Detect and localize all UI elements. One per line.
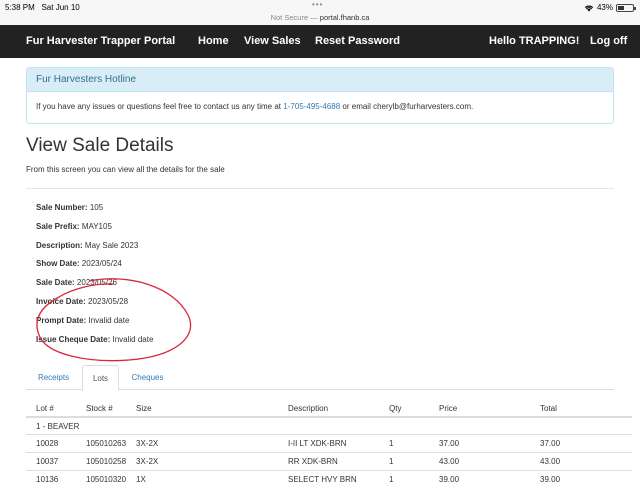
hotline-title: Fur Harvesters Hotline (27, 68, 613, 92)
status-indicators: 43% (584, 3, 636, 12)
col-price: Price (439, 404, 458, 413)
status-time-date: 5:38 PM Sat Jun 10 (5, 3, 80, 12)
table-row[interactable]: 10037 105010258 3X-2X RR XDK-BRN 1 43.00… (26, 452, 632, 470)
page-subtitle: From this screen you can view all the de… (26, 165, 225, 174)
tab-bar: Receipts Lots Cheques (26, 365, 614, 391)
detail-description: Description: May Sale 2023 (36, 241, 139, 250)
col-qty: Qty (389, 404, 402, 413)
nav-logoff[interactable]: Log off (590, 25, 627, 58)
hotline-text-after: or email cherylb@furharvesters.com. (340, 102, 474, 111)
page-title: View Sale Details (26, 135, 174, 156)
table-header-row: Lot # Stock # Size Description Qty Price… (26, 400, 632, 418)
cell-total: 43.00 (540, 457, 561, 466)
cell-lot: 10136 (36, 475, 59, 484)
cell-stock: 105010258 (86, 457, 127, 466)
cell-total: 37.00 (540, 439, 561, 448)
tab-receipts[interactable]: Receipts (26, 365, 81, 390)
tab-lots[interactable]: Lots (82, 365, 119, 391)
nav-view-sales[interactable]: View Sales (244, 25, 301, 58)
col-description: Description (288, 404, 329, 413)
col-total: Total (540, 404, 557, 413)
divider (26, 188, 614, 189)
table-group-row: 1 - BEAVER (26, 417, 632, 435)
hotline-panel: Fur Harvesters Hotline If you have any i… (26, 67, 614, 124)
tab-cheques[interactable]: Cheques (120, 365, 175, 390)
table-row[interactable]: 10136 105010320 1X SELECT HVY BRN 1 39.0… (26, 470, 632, 488)
cell-price: 37.00 (439, 439, 460, 448)
cell-price: 39.00 (439, 475, 460, 484)
multitask-dots-icon[interactable]: ••• (312, 0, 323, 9)
battery-percent: 43% (596, 3, 613, 12)
detail-sale-prefix: Sale Prefix: MAY105 (36, 222, 112, 231)
device-status-bar: 5:38 PM Sat Jun 10 ••• Not Secure — port… (0, 0, 640, 25)
table-row[interactable]: 10028 105010263 3X-2X I-II LT XDK-BRN 1 … (26, 434, 632, 452)
cell-description: RR XDK-BRN (288, 457, 338, 466)
url-host: portal.fhanb.ca (319, 13, 370, 22)
detail-sale-number: Sale Number: 105 (36, 203, 104, 212)
red-annotation-circle (36, 278, 192, 362)
brand-link[interactable]: Fur Harvester Trapper Portal (26, 25, 175, 58)
address-bar[interactable]: Not Secure — portal.fhanb.ca (0, 13, 640, 22)
wifi-icon (584, 5, 594, 11)
cell-lot: 10037 (36, 457, 59, 466)
col-stock: Stock # (86, 404, 113, 413)
top-navbar: Fur Harvester Trapper Portal Home View S… (0, 25, 640, 58)
cell-qty: 1 (389, 475, 394, 484)
cell-qty: 1 (389, 439, 394, 448)
hotline-body: If you have any issues or questions feel… (27, 92, 613, 122)
cell-description: SELECT HVY BRN (288, 475, 357, 484)
nav-home[interactable]: Home (198, 25, 229, 58)
nav-greeting[interactable]: Hello TRAPPING! (489, 25, 579, 58)
cell-total: 39.00 (540, 475, 561, 484)
cell-description: I-II LT XDK-BRN (288, 439, 347, 448)
cell-stock: 105010320 (86, 475, 127, 484)
battery-icon (616, 3, 636, 12)
hotline-phone-link[interactable]: 1-705-495-4688 (283, 102, 340, 111)
cell-stock: 105010263 (86, 439, 127, 448)
not-secure-label: Not Secure — (270, 13, 320, 22)
nav-reset-password[interactable]: Reset Password (315, 25, 400, 58)
cell-size: 1X (136, 475, 146, 484)
detail-show-date: Show Date: 2023/05/24 (36, 259, 122, 268)
cell-size: 3X-2X (136, 457, 159, 466)
hotline-text-before: If you have any issues or questions feel… (36, 102, 284, 111)
cell-qty: 1 (389, 457, 394, 466)
cell-lot: 10028 (36, 439, 59, 448)
col-lot: Lot # (36, 404, 54, 413)
cell-price: 43.00 (439, 457, 460, 466)
col-size: Size (136, 404, 152, 413)
cell-size: 3X-2X (136, 439, 159, 448)
